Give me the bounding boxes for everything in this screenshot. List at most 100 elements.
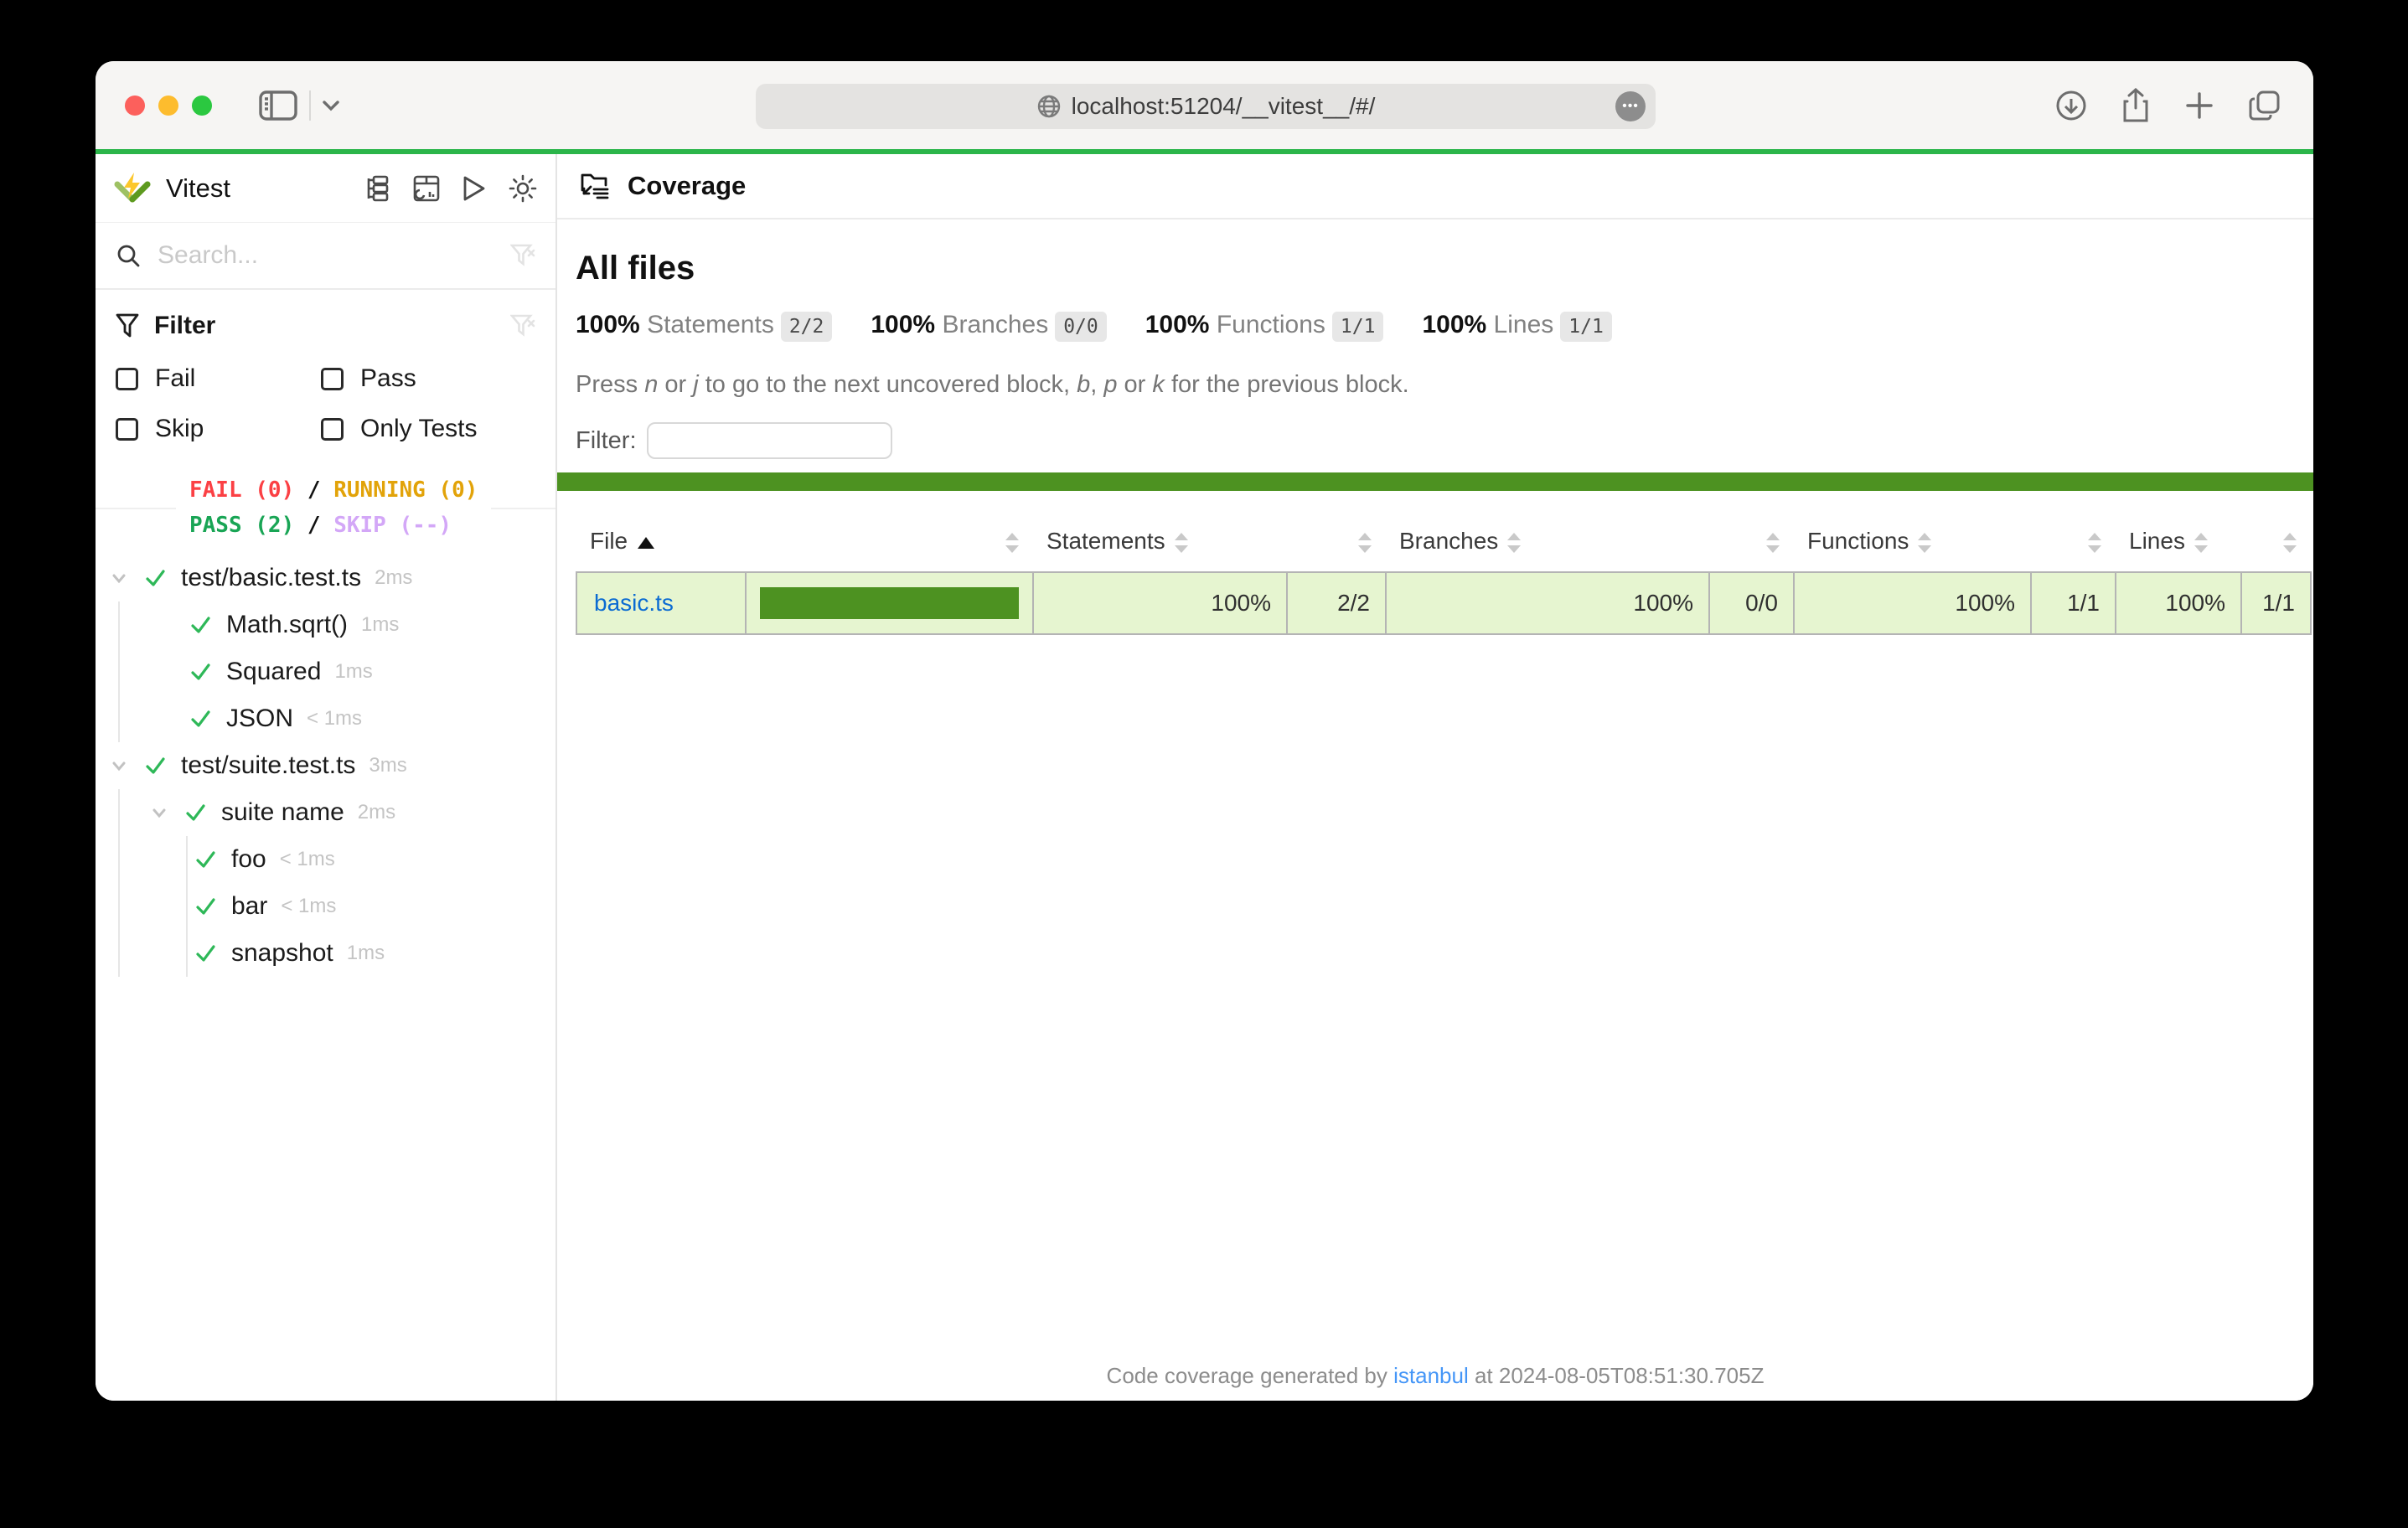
stat-branches: 100% Branches0/0 <box>871 311 1106 339</box>
zoom-window-button[interactable] <box>192 96 212 116</box>
sort-icon[interactable] <box>1765 532 1780 554</box>
file-link[interactable]: basic.ts <box>594 590 674 616</box>
new-tab-button[interactable] <box>2184 90 2214 121</box>
tab-overview-button[interactable] <box>2248 89 2281 122</box>
pass-check-icon <box>142 753 168 778</box>
test-tree-item[interactable]: Squared1ms <box>96 648 555 695</box>
stat-fraction: 2/2 <box>781 312 833 342</box>
expand-chevron-icon[interactable] <box>109 568 129 588</box>
test-duration: 1ms <box>334 660 372 684</box>
coverage-value-cell: 1/1 <box>2241 572 2311 634</box>
checkbox[interactable] <box>116 368 138 390</box>
sidebar-actions <box>364 174 537 203</box>
expand-chevron-icon[interactable] <box>149 803 169 823</box>
sidebar-toggle-button[interactable] <box>259 90 297 121</box>
tree-view-button[interactable] <box>364 175 391 202</box>
coverage-value-cell: 100% <box>1794 572 2031 634</box>
test-duration: 1ms <box>347 942 385 965</box>
column-sorter[interactable] <box>2241 514 2311 572</box>
test-duration: < 1ms <box>307 707 362 730</box>
column-sorter[interactable] <box>2031 514 2116 572</box>
column-header-branches[interactable]: Branches <box>1386 514 1709 572</box>
column-header-functions[interactable]: Functions <box>1794 514 2031 572</box>
pass-check-icon <box>193 847 218 872</box>
traffic-lights <box>125 96 212 116</box>
sort-icon[interactable] <box>1357 532 1372 554</box>
close-window-button[interactable] <box>125 96 145 116</box>
sort-icon[interactable] <box>1917 532 1932 554</box>
minimize-window-button[interactable] <box>158 96 178 116</box>
sort-icon[interactable] <box>1174 532 1189 554</box>
sort-icon[interactable] <box>2087 532 2102 554</box>
dashboard-button[interactable] <box>413 175 440 202</box>
coverage-folder-icon <box>579 172 611 200</box>
coverage-filter-input[interactable] <box>647 422 892 459</box>
test-tree-item[interactable]: bar < 1ms <box>96 883 555 930</box>
theme-toggle-button[interactable] <box>509 174 537 203</box>
expand-chevron-icon[interactable] <box>109 756 129 776</box>
all-files-heading: All files <box>576 250 2313 287</box>
stat-percentage: 100% <box>1422 311 1486 338</box>
sort-icon[interactable] <box>2282 532 2297 554</box>
coverage-stats: 100% Statements2/2100% Branches0/0100% F… <box>576 311 2313 339</box>
status-fail: FAIL (0) <box>189 478 294 503</box>
page-title: Coverage <box>628 171 746 201</box>
search-input[interactable] <box>158 241 510 270</box>
page-settings-button[interactable]: ••• <box>1615 91 1646 121</box>
search-icon <box>116 243 141 268</box>
clear-filter-icon[interactable] <box>510 314 535 338</box>
status-running: RUNNING (0) <box>333 478 478 503</box>
downloads-button[interactable] <box>2055 90 2087 121</box>
stat-label: Statements <box>647 311 774 338</box>
column-header-lines[interactable]: Lines <box>2116 514 2241 572</box>
checkbox-label: Skip <box>155 415 204 443</box>
sort-icon[interactable] <box>1506 532 1522 554</box>
test-tree-item[interactable]: JSON< 1ms <box>96 695 555 742</box>
clear-search-filter-icon[interactable] <box>510 244 535 267</box>
tab-group-chevron-button[interactable] <box>321 99 341 112</box>
test-name: bar <box>231 892 267 921</box>
checkbox[interactable] <box>321 368 344 390</box>
filter-option-fail: Fail <box>116 357 321 400</box>
sidebar-header: Vitest <box>96 154 555 223</box>
filter-section: Filter FailPassSkipOnly Tests <box>96 290 555 457</box>
share-icon <box>2121 88 2151 123</box>
funnel-icon <box>116 313 139 338</box>
test-duration: < 1ms <box>280 848 335 871</box>
coverage-bar-fill <box>760 587 1019 619</box>
test-duration: 1ms <box>361 613 399 637</box>
pass-check-icon <box>193 894 218 919</box>
checkbox-label: Fail <box>155 364 195 393</box>
column-header-statements[interactable]: Statements <box>1033 514 1287 572</box>
footer-suffix: at 2024-08-05T08:51:30.705Z <box>1469 1363 1765 1388</box>
tree-guide-line <box>118 601 120 648</box>
checkbox[interactable] <box>116 418 138 441</box>
test-tree-item[interactable]: foo< 1ms <box>96 836 555 883</box>
test-tree-item[interactable]: suite name2ms <box>96 789 555 836</box>
pass-check-icon <box>183 800 208 825</box>
checkbox[interactable] <box>321 418 344 441</box>
coverage-table: File Statements Branches Functions Lines bas… <box>576 514 2312 635</box>
column-sorter[interactable] <box>746 514 1033 572</box>
test-tree-item[interactable]: test/basic.test.ts2ms <box>96 555 555 601</box>
keyboard-hint: Press n or j to go to the next uncovered… <box>576 371 2313 399</box>
column-header-file[interactable]: File <box>576 514 746 572</box>
sort-icon[interactable] <box>2194 532 2209 554</box>
stat-label: Lines <box>1494 311 1554 338</box>
browser-window: localhost:51204/__vitest__/#/ ••• <box>96 61 2313 1401</box>
column-sorter[interactable] <box>1287 514 1386 572</box>
test-tree-item[interactable]: snapshot1ms <box>96 930 555 977</box>
run-all-button[interactable] <box>462 175 487 202</box>
istanbul-link[interactable]: istanbul <box>1393 1363 1469 1388</box>
toolbar-divider <box>309 90 311 121</box>
test-tree-item[interactable]: test/suite.test.ts3ms <box>96 742 555 789</box>
test-name: test/basic.test.ts <box>181 564 361 592</box>
toolbar-right-actions <box>2055 88 2281 123</box>
sort-icon[interactable] <box>1005 532 1020 554</box>
test-duration: < 1ms <box>281 895 336 918</box>
share-button[interactable] <box>2121 88 2151 123</box>
address-bar[interactable]: localhost:51204/__vitest__/#/ ••• <box>756 84 1656 129</box>
test-tree-item[interactable]: Math.sqrt()1ms <box>96 601 555 648</box>
column-sorter[interactable] <box>1709 514 1794 572</box>
stat-label: Functions <box>1217 311 1325 338</box>
